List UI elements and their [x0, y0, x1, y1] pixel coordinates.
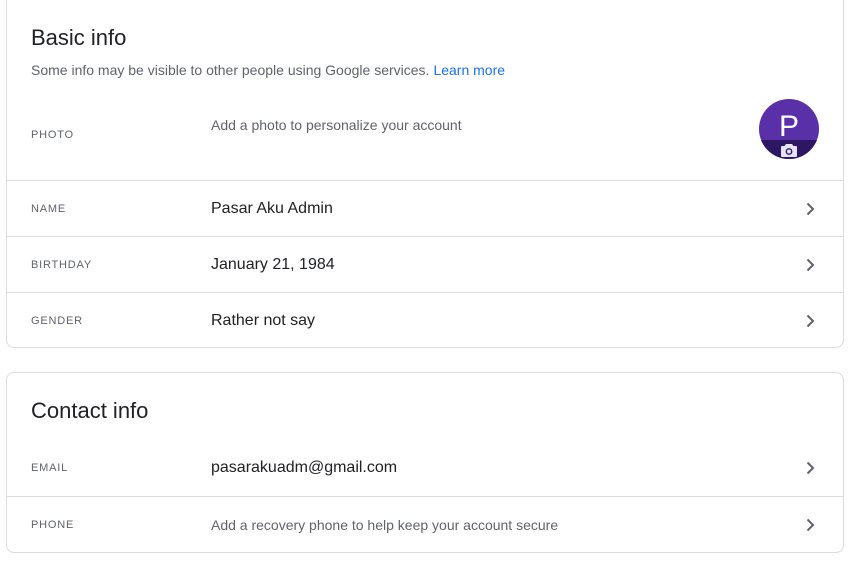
phone-label: PHONE [31, 518, 75, 531]
avatar-letter: P [778, 110, 799, 143]
name-label: NAME [31, 202, 66, 215]
phone-row[interactable]: PHONE Add a recovery phone to help keep … [7, 496, 843, 552]
gender-row[interactable]: GENDER Rather not say [7, 292, 843, 348]
gender-value: Rather not say [211, 311, 316, 329]
chevron-right-icon [806, 518, 815, 531]
birthday-row[interactable]: BIRTHDAY January 21, 1984 [7, 236, 843, 292]
basic-info-card: Basic info Some info may be visible to o… [6, 0, 844, 348]
email-value: pasarakuadm@gmail.com [211, 459, 398, 476]
photo-value: Add a photo to personalize your account [211, 117, 462, 133]
chevron-right-icon [806, 202, 815, 215]
birthday-value: January 21, 1984 [211, 255, 335, 273]
gender-label: GENDER [31, 314, 83, 327]
photo-label: PHOTO [31, 129, 74, 141]
name-value: Pasar Aku Admin [211, 199, 333, 217]
avatar[interactable]: P [759, 99, 819, 159]
email-label: EMAIL [31, 462, 69, 474]
contact-info-card: Contact info EMAIL pasarakuadm@gmail.com… [6, 372, 844, 553]
phone-value: Add a recovery phone to help keep your a… [211, 516, 559, 533]
chevron-right-icon [806, 461, 815, 475]
basic-info-subtitle: Some info may be visible to other people… [31, 62, 505, 78]
email-row[interactable]: EMAIL pasarakuadm@gmail.com [7, 440, 843, 496]
camera-icon [781, 144, 797, 157]
basic-info-title: Basic info [31, 25, 127, 50]
learn-more-link[interactable]: Learn more [433, 62, 505, 78]
birthday-label: BIRTHDAY [31, 258, 93, 271]
basic-info-subtitle-text: Some info may be visible to other people… [31, 62, 430, 78]
contact-info-title: Contact info [31, 398, 149, 423]
photo-row[interactable]: PHOTO Add a photo to personalize your ac… [7, 97, 843, 173]
chevron-right-icon [806, 314, 815, 327]
chevron-right-icon [806, 258, 815, 271]
name-row[interactable]: NAME Pasar Aku Admin [7, 180, 843, 236]
